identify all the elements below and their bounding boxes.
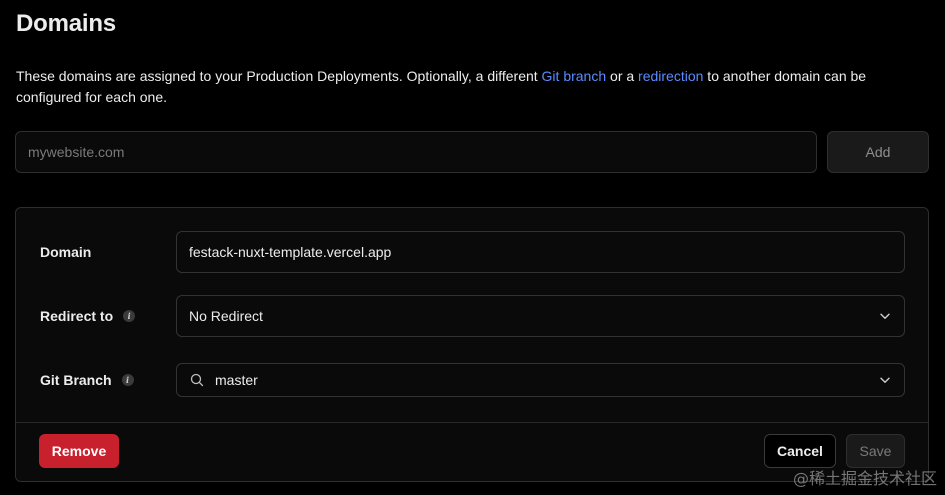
git-branch-select[interactable]: master [176,363,905,397]
description-text-2: or a [606,68,639,84]
domains-settings-page: Domains These domains are assigned to yo… [0,0,945,495]
add-domain-button[interactable]: Add [827,131,929,173]
domain-card: Domain festack-nuxt-template.vercel.app … [15,207,929,482]
info-icon[interactable]: i [123,310,136,322]
info-icon[interactable]: i [121,374,134,386]
domains-description: These domains are assigned to your Produ… [16,66,916,108]
cancel-button[interactable]: Cancel [764,434,836,468]
watermark-text: @稀土掘金技术社区 [792,469,937,488]
redirect-label-row: Redirect to i [40,308,136,324]
redirect-select[interactable]: No Redirect [176,295,905,337]
chevron-down-icon [880,313,890,319]
domain-field[interactable]: festack-nuxt-template.vercel.app [176,231,905,273]
domain-value: festack-nuxt-template.vercel.app [189,244,392,260]
redirect-value: No Redirect [189,308,263,324]
save-button[interactable]: Save [846,434,905,468]
git-branch-link[interactable]: Git branch [542,68,607,84]
branch-value: master [215,372,258,388]
remove-domain-button[interactable]: Remove [39,434,119,468]
branch-label: Git Branch [40,372,112,388]
chevron-down-icon [880,377,890,383]
redirection-link[interactable]: redirection [638,68,703,84]
redirect-label: Redirect to [40,308,114,324]
domain-label-row: Domain [40,244,91,260]
domain-card-footer: Remove Cancel Save [16,422,928,481]
add-domain-row: Add [15,131,929,173]
branch-label-row: Git Branch i [40,372,134,388]
new-domain-input[interactable] [15,131,817,173]
search-icon [190,373,204,387]
page-title: Domains [16,10,116,37]
description-text-1: These domains are assigned to your Produ… [16,68,542,84]
domain-label: Domain [40,244,92,260]
